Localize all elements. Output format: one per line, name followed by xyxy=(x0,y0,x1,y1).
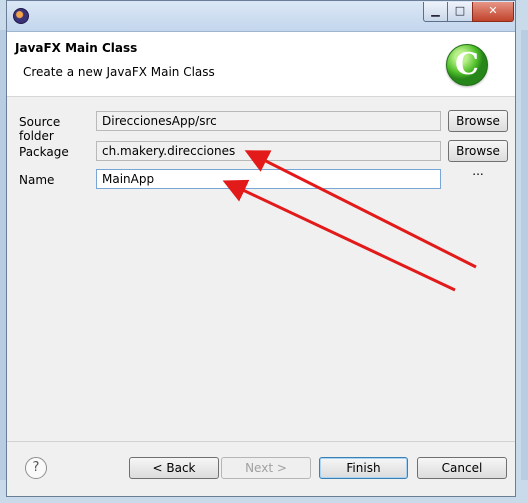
package-label: Package xyxy=(19,145,69,159)
cancel-button[interactable]: Cancel xyxy=(417,457,507,479)
close-button[interactable]: ✕ xyxy=(472,2,514,22)
maximize-button[interactable]: □ xyxy=(447,2,473,22)
back-button[interactable]: < Back xyxy=(129,457,219,479)
name-label: Name xyxy=(19,173,55,187)
source-folder-field[interactable]: DireccionesApp/src xyxy=(96,111,441,131)
background-editor-edge xyxy=(521,30,528,480)
wizard-title: JavaFX Main Class xyxy=(15,41,138,55)
title-bar[interactable]: ▁ □ ✕ xyxy=(7,1,515,32)
name-input[interactable]: MainApp xyxy=(96,169,441,189)
package-field[interactable]: ch.makery.direcciones xyxy=(96,141,441,161)
next-button: Next > xyxy=(221,457,311,479)
java-class-icon: C xyxy=(446,44,488,86)
wizard-dialog: ▁ □ ✕ JavaFX Main Class Create a new Jav… xyxy=(6,0,516,497)
package-browse-button[interactable]: Browse ... xyxy=(448,140,508,178)
wizard-description: Create a new JavaFX Main Class xyxy=(23,65,215,79)
java-class-icon-letter: C xyxy=(455,47,479,82)
help-icon[interactable]: ? xyxy=(25,457,47,479)
source-folder-label: Source folder xyxy=(19,115,61,143)
footer-divider xyxy=(7,441,515,442)
source-folder-browse-button[interactable]: Browse ... xyxy=(448,110,508,148)
wizard-header: JavaFX Main Class Create a new JavaFX Ma… xyxy=(7,32,515,97)
eclipse-icon xyxy=(13,8,29,24)
finish-button[interactable]: Finish xyxy=(319,457,408,479)
minimize-button[interactable]: ▁ xyxy=(423,2,448,22)
